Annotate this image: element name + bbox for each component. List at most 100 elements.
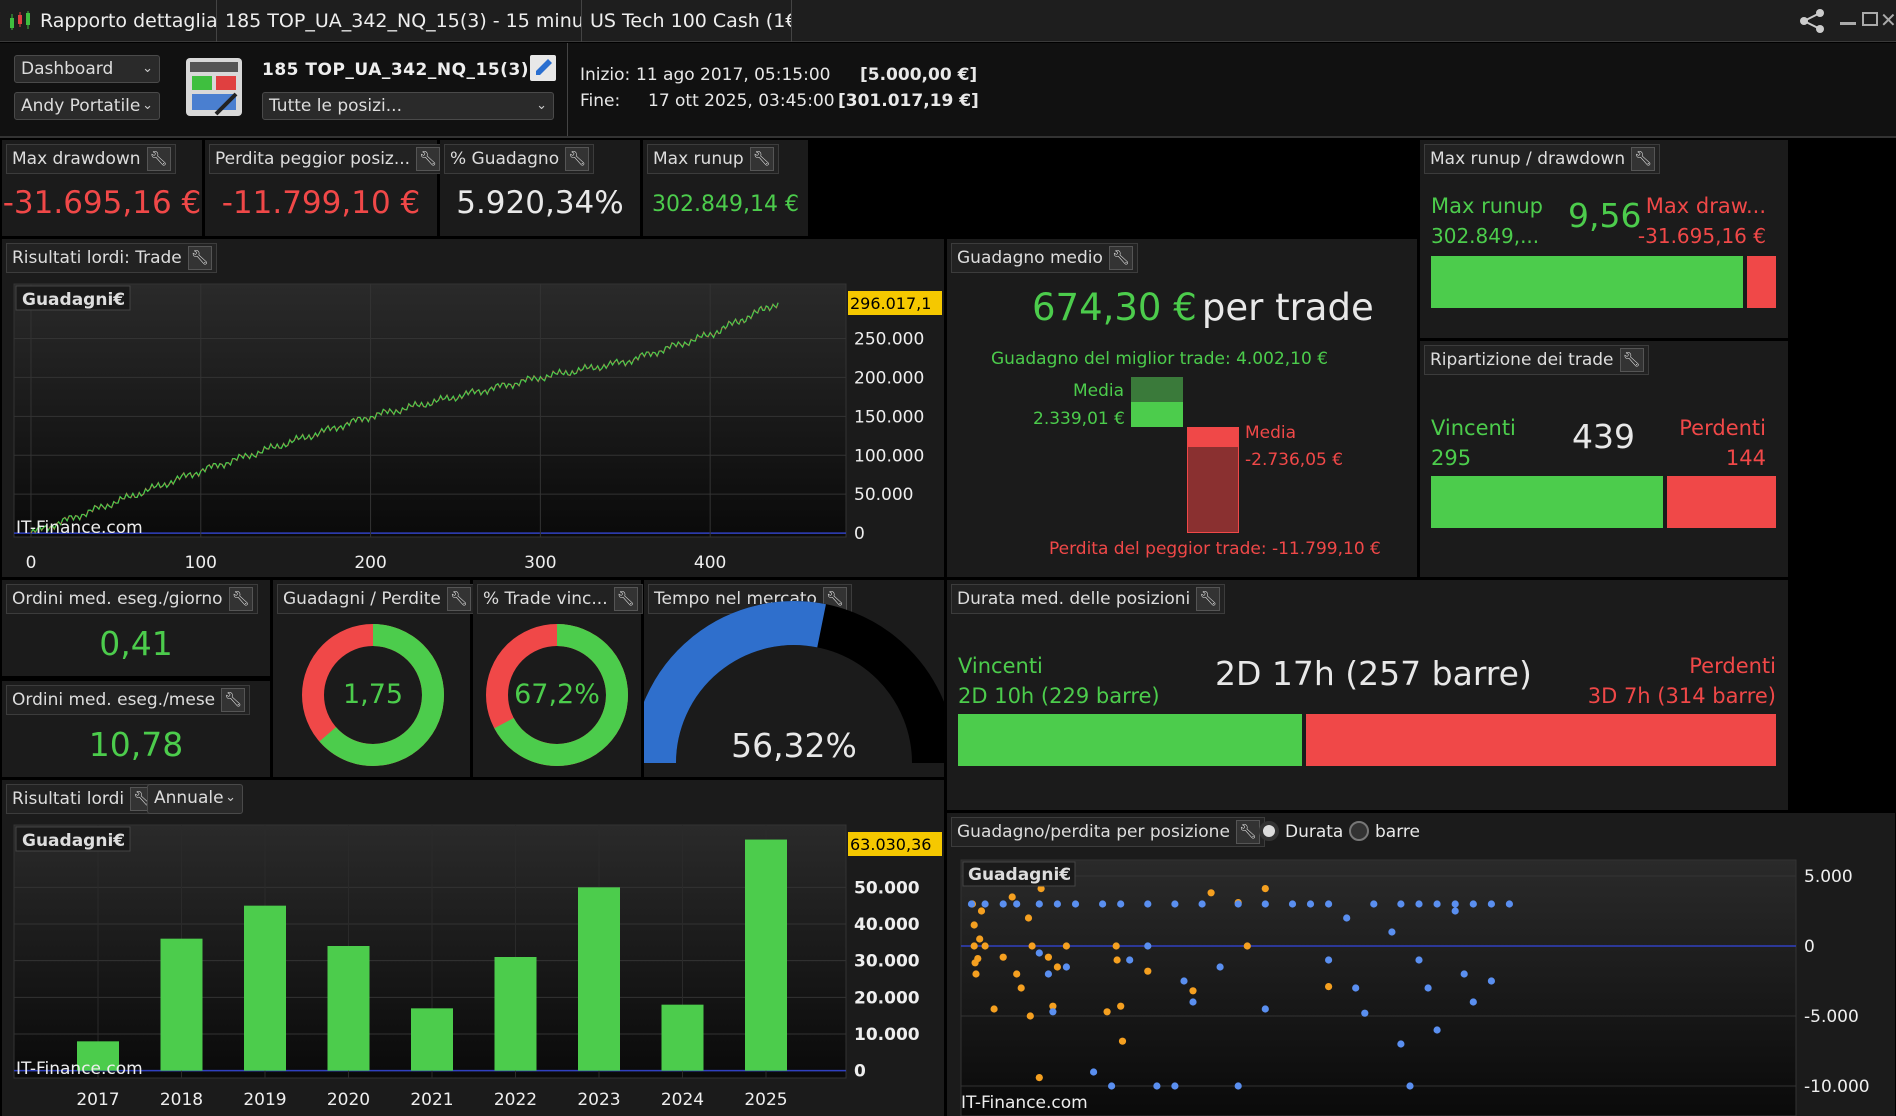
wrench-icon[interactable]: 🔧︎ [416,147,441,171]
avg-loss-bar [1187,427,1239,447]
panel-title: % Guadagno [450,149,560,169]
wrench-icon[interactable]: 🔧︎ [1196,587,1221,611]
scatter-point [1189,987,1197,995]
last-value: 63.030,36 [850,835,931,854]
wrench-icon[interactable]: 🔧︎ [1619,348,1644,372]
orders-day-value: 0,41 [99,624,173,663]
end-label: Fine: [580,91,621,111]
scatter-point [1090,1068,1098,1076]
avg-gain-value: 674,30 € [1032,286,1197,329]
y-tick-label: 30.000 [854,952,920,972]
panel-title: Max drawdown [12,149,141,169]
x-tick-label: 2019 [243,1090,286,1110]
y-tick-label: 0 [854,1062,866,1082]
y-tick-label: 50.000 [854,878,920,898]
account-select[interactable]: Andy Portatile ⌄ [14,92,160,120]
orders-day-panel: Ordini med. eseg./giorno 🔧︎ 0,41 [2,580,270,676]
total-trades: 439 [1572,417,1635,456]
avg-loss-value: -2.736,05 € [1245,450,1344,470]
wrench-icon[interactable]: 🔧︎ [1631,147,1656,171]
runup-value: 302.849,... [1431,224,1540,248]
view-select[interactable]: Dashboard ⌄ [14,55,160,83]
scatter-point [1099,900,1107,908]
gain-pct-panel: % Guadagno 🔧︎ 5.920,34% [440,140,640,236]
scatter-point [1352,984,1360,992]
scatter-point [1207,889,1215,897]
x-tick-label: 2023 [577,1090,620,1110]
tab-report[interactable]: Rapporto dettagliato [32,0,217,42]
edit-icon[interactable] [530,55,556,81]
y-tick-label: 10.000 [854,1025,920,1045]
bar-2024 [661,1004,704,1071]
scatter-point [1505,900,1513,908]
panel-header: Max runup / drawdown 🔧︎ [1424,144,1661,174]
account-select-label: Andy Portatile [21,96,141,116]
x-tick-label: 2021 [410,1090,453,1110]
panel-title: Ordini med. eseg./mese [12,690,216,710]
scatter-point [1044,953,1052,961]
wrench-icon[interactable]: 🔧︎ [221,688,246,712]
scatter-point [1370,900,1378,908]
chart-legend: Guadagni€ [968,865,1071,885]
wrench-icon[interactable]: 🔧︎ [1108,246,1133,270]
scatter-point [1460,970,1468,978]
x-tick-label: 100 [185,553,217,573]
win-bar [1431,476,1663,528]
share-icon[interactable] [1798,8,1826,34]
scatter-point [1234,900,1242,908]
scatter-point [970,942,978,950]
tab-system[interactable]: 185 TOP_UA_342_NQ_15(3) - 15 minuti [217,0,582,42]
watermark: IT-Finance.com [961,1093,1088,1113]
scatter-point [1113,956,1121,964]
watermark: IT-Finance.com [16,518,143,538]
worst-position-panel: Perdita peggior posiz... 🔧︎ -11.799,10 € [205,140,446,236]
scatter-point [1108,1082,1116,1090]
wrench-icon[interactable]: 🔧︎ [146,147,171,171]
scatter-point [977,907,986,915]
panel-header: Perdita peggior posiz... 🔧︎ [209,144,446,174]
chevron-down-icon: ⌄ [536,98,547,113]
scatter-point [976,935,984,943]
duration-loss-value: 3D 7h (314 barre) [1587,684,1776,708]
scatter-point [1487,900,1495,908]
scatter-point [990,1005,998,1013]
x-tick-label: 2020 [327,1090,370,1110]
wrench-icon[interactable]: 🔧︎ [749,147,774,171]
scatter-point [999,900,1007,908]
wrench-icon[interactable]: 🔧︎ [228,587,253,611]
dashboard-settings-icon[interactable] [186,58,242,116]
bar-2019 [244,905,286,1071]
y-tick-label: 0 [1804,937,1815,957]
tab-instrument[interactable]: US Tech 100 Cash (1€) [582,0,792,42]
panel-title: Guadagno medio [957,248,1103,268]
wrench-icon[interactable]: 🔧︎ [565,147,590,171]
panel-title: Max runup / drawdown [1430,149,1626,169]
close-icon[interactable]: ✕ [1880,8,1896,32]
avg-gain-panel: Guadagno medio 🔧︎ 674,30 € per trade Guad… [947,239,1417,577]
y-tick-label: -5.000 [1804,1007,1859,1027]
panel-header: Max runup 🔧︎ [647,144,779,174]
scatter-chart: 5.000 0 -5.000 -10.000 Guadagni€ IT-Finance… [960,859,1870,1116]
scatter-point [1112,942,1120,950]
scatter-point [1118,1037,1127,1045]
win-pct-panel: % Trade vinc... 🔧︎ 67,2% [473,580,643,777]
scatter-point [1035,949,1043,957]
avg-gain-suffix: per trade [1201,286,1374,329]
scatter-point [1144,900,1152,908]
y-tick-label: 250.000 [854,329,924,349]
panel-header: Ripartizione dei trade 🔧︎ [1424,345,1649,375]
y-tick-label: 100.000 [854,446,924,466]
restore-icon[interactable] [1862,12,1878,26]
y-tick-label: -10.000 [1804,1077,1870,1097]
scatter-point [1071,900,1080,908]
scatter-point [1153,1082,1161,1090]
scatter-point [1261,900,1269,908]
positions-select[interactable]: Tutte le posizi... ⌄ [262,92,554,120]
scatter-point [1388,928,1396,936]
scatter-point [1017,984,1025,992]
ratio-value: 9,56 [1568,196,1642,235]
max-runup-panel: Max runup 🔧︎ 302.849,14 € [643,140,808,236]
minimize-icon[interactable] [1840,22,1856,25]
scatter-point [1035,1074,1043,1082]
last-value: 296.017,1 [850,294,931,313]
